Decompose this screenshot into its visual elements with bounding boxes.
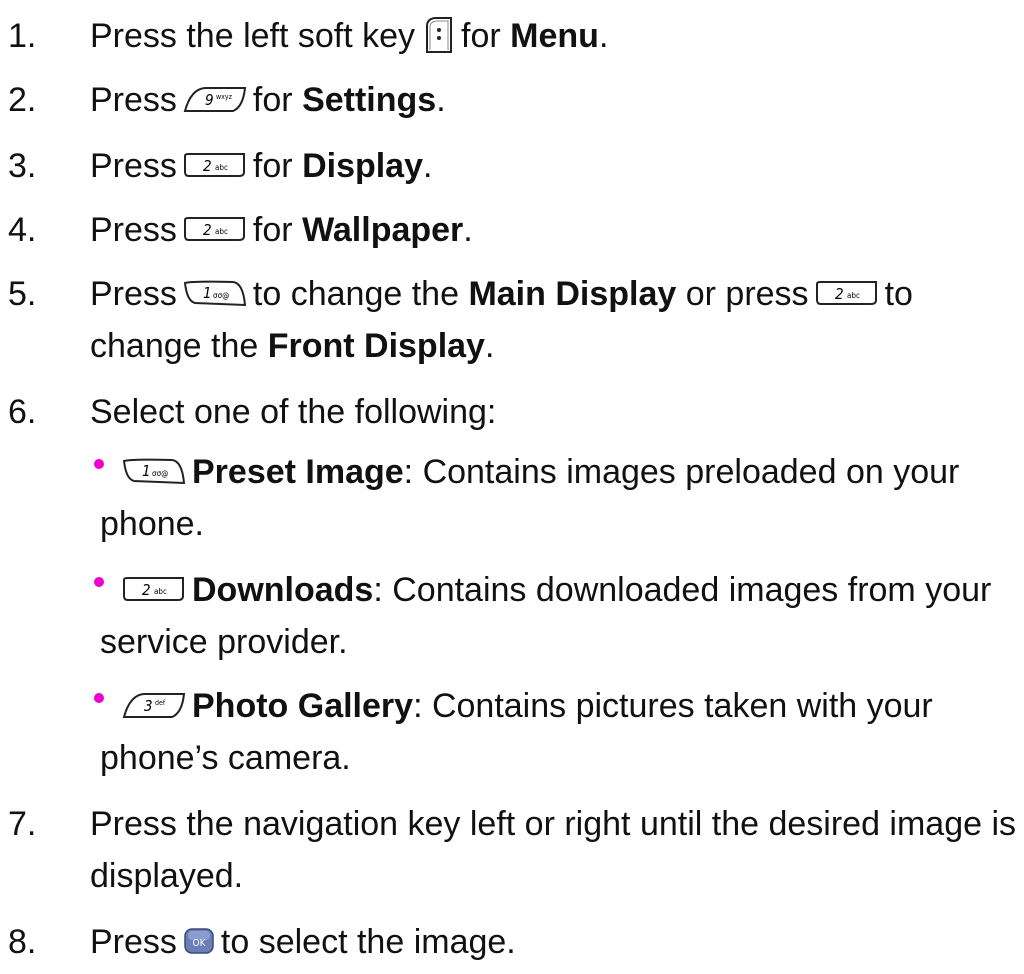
option-preset-image-cont: phone. — [100, 505, 204, 543]
key-2-icon: 2 abc — [122, 576, 186, 602]
key-2-icon: 2 abc — [183, 216, 247, 242]
step-text: Press OK to select the image. — [90, 923, 516, 961]
svg-text:1: 1 — [203, 284, 212, 302]
svg-text:abc: abc — [847, 291, 860, 300]
step-number: 1. — [8, 17, 37, 55]
svg-text:1: 1 — [142, 462, 151, 480]
key-1-icon: 1 σσ@ — [122, 457, 186, 485]
step-number: 7. — [8, 805, 37, 843]
step-text: Press 2 abc for Wallpaper. — [90, 211, 473, 249]
step-number: 5. — [8, 275, 37, 313]
svg-text:OK: OK — [192, 938, 206, 949]
step-text: Press 9 wxyz for Settings. — [90, 81, 446, 119]
option-preset-image: 1 σσ@ Preset Image: Contains images preloa… — [122, 448, 959, 496]
svg-text:3: 3 — [144, 697, 153, 715]
soft-key-left-icon — [421, 16, 455, 54]
svg-text:σσ@: σσ@ — [213, 291, 229, 300]
instructions-page: 1. Press the left soft key for Menu. 2. P… — [0, 0, 1024, 974]
step-number: 6. — [8, 393, 37, 431]
option-downloads-cont: service provider. — [100, 623, 348, 661]
option-photo-gallery-cont: phone’s camera. — [100, 739, 351, 777]
key-2-icon: 2 abc — [815, 280, 879, 306]
step-7-continuation: displayed. — [90, 857, 244, 895]
svg-text:2: 2 — [203, 157, 212, 175]
svg-text:2: 2 — [203, 221, 212, 239]
svg-text:abc: abc — [154, 587, 167, 596]
step-text: Press 2 abc for Display. — [90, 147, 433, 185]
bullet-icon — [94, 459, 104, 469]
svg-text:abc: abc — [215, 227, 228, 236]
svg-text:σσ@: σσ@ — [152, 469, 168, 478]
key-3-icon: 3 def — [122, 691, 186, 719]
step-text: Press 1 σσ@ to change the Main Display or p… — [90, 275, 913, 313]
step-number: 4. — [8, 211, 37, 249]
option-downloads: 2 abc Downloads: Contains downloaded image… — [122, 566, 991, 614]
step-text: Select one of the following: — [90, 393, 497, 431]
svg-text:wxyz: wxyz — [216, 93, 233, 101]
key-9-icon: 9 wxyz — [183, 85, 247, 113]
step-number: 8. — [8, 923, 37, 961]
svg-text:2: 2 — [835, 285, 844, 303]
step-5-continuation: change the Front Display. — [90, 327, 495, 365]
step-number: 3. — [8, 147, 37, 185]
svg-text:2: 2 — [142, 581, 151, 599]
key-2-icon: 2 abc — [183, 152, 247, 178]
svg-text:9: 9 — [205, 91, 214, 109]
step-number: 2. — [8, 81, 37, 119]
option-photo-gallery: 3 def Photo Gallery: Contains pictures tak… — [122, 682, 933, 730]
bullet-icon — [94, 577, 104, 587]
ok-key-icon: OK — [183, 927, 215, 955]
bullet-icon — [94, 693, 104, 703]
key-1-icon: 1 σσ@ — [183, 279, 247, 307]
svg-text:abc: abc — [215, 163, 228, 172]
step-text: Press the navigation key left or right u… — [90, 805, 1017, 843]
step-text: Press the left soft key for Menu. — [90, 16, 609, 55]
svg-text:def: def — [155, 699, 166, 707]
